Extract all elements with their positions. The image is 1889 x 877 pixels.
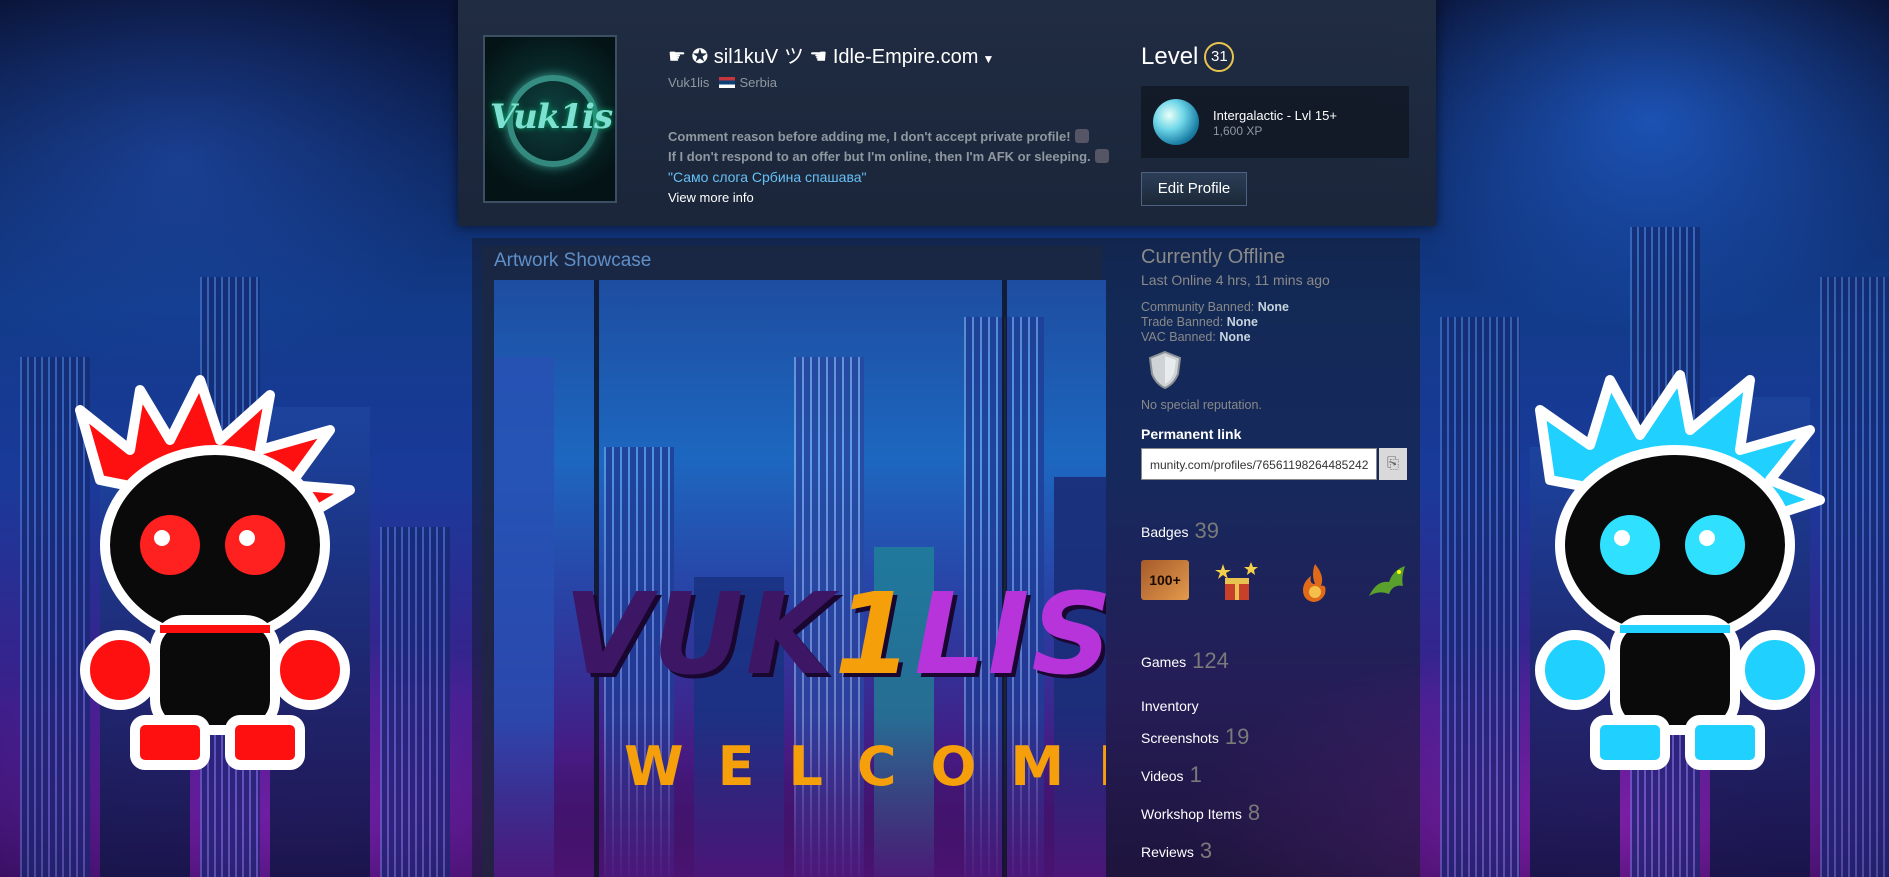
reviews-link[interactable]: Reviews 3 <box>1141 838 1212 864</box>
avatar-logo-text: Vuk1is <box>489 97 613 137</box>
inventory-link[interactable]: Inventory <box>1141 698 1199 714</box>
view-more-info-link[interactable]: View more info <box>668 190 754 205</box>
emoticon-icon <box>1074 129 1089 143</box>
stat-label: Videos <box>1141 768 1184 784</box>
summary-quote: "Само слога Србина спашава" <box>668 169 867 185</box>
edit-profile-button[interactable]: Edit Profile <box>1141 172 1247 206</box>
art-title-part: VUK <box>564 570 835 700</box>
artwork-welcome-text: WELCOME <box>624 735 1106 798</box>
stat-label: Screenshots <box>1141 730 1219 746</box>
online-status: Currently Offline <box>1141 246 1286 268</box>
ban-status-trade: Trade Banned: None <box>1141 315 1258 329</box>
games-link[interactable]: Games 124 <box>1141 648 1229 674</box>
stat-label: Badges <box>1141 524 1189 540</box>
showcase-title: Artwork Showcase <box>494 250 652 271</box>
serbia-flag-icon <box>719 77 736 88</box>
shield-icon <box>1148 350 1182 390</box>
stat-count: 39 <box>1194 518 1219 543</box>
ban-status-community: Community Banned: None <box>1141 300 1289 314</box>
favorite-badge-name: Intergalactic - Lvl 15+ <box>1213 108 1337 123</box>
summary-line: If I don't respond to an offer but I'm o… <box>668 149 1091 164</box>
reputation-text: No special reputation. <box>1141 398 1262 412</box>
profile-header: Vuk1is ☛ ✪ sil1kuV ツ ☚ Idle-Empire.com ▼ … <box>458 0 1436 226</box>
profile-content: Artwork Showcase VUK1LIS WELCOME Current… <box>472 238 1420 877</box>
planet-badge-icon <box>1153 99 1199 145</box>
summary-line: Comment reason before adding me, I don't… <box>668 129 1071 144</box>
last-online: Last Online 4 hrs, 11 mins ago <box>1141 272 1330 288</box>
profile-summary: Comment reason before adding me, I don't… <box>668 127 1109 187</box>
stat-count: 19 <box>1224 724 1250 749</box>
ban-label: Community Banned: <box>1141 300 1255 314</box>
persona-name-dropdown[interactable]: ☛ ✪ sil1kuV ツ ☚ Idle-Empire.com ▼ <box>668 40 994 69</box>
real-name-location: Vuk1lis Serbia <box>668 75 777 90</box>
ban-label: Trade Banned: <box>1141 315 1224 329</box>
chevron-down-icon: ▼ <box>982 52 995 66</box>
badges-link[interactable]: Badges 39 <box>1141 518 1219 544</box>
favorite-badge[interactable]: Intergalactic - Lvl 15+ 1,600 XP <box>1141 86 1409 158</box>
showcase-artwork[interactable]: VUK1LIS WELCOME <box>494 280 1106 877</box>
badge-icon-text: 100+ <box>1149 572 1181 588</box>
permanent-link-label: Permanent link <box>1141 426 1242 442</box>
level-badge[interactable]: 31 <box>1204 42 1235 72</box>
copy-link-button[interactable]: ⎘ <box>1379 448 1407 480</box>
stat-count: 8 <box>1247 800 1261 825</box>
flame-badge-icon[interactable] <box>1291 560 1339 602</box>
hundred-plus-badge-icon[interactable]: 100+ <box>1141 560 1189 600</box>
real-name: Vuk1lis <box>668 75 710 90</box>
dragon-badge-icon[interactable] <box>1363 560 1411 600</box>
stat-label: Workshop Items <box>1141 806 1242 822</box>
ban-label: VAC Banned: <box>1141 330 1216 344</box>
gift-stars-badge-icon[interactable] <box>1213 560 1261 600</box>
ban-value: None <box>1257 300 1289 314</box>
stat-count: 1 <box>1189 762 1202 787</box>
artwork-title: VUK1LIS <box>564 570 1106 700</box>
country: Serbia <box>739 75 778 90</box>
ban-status-vac: VAC Banned: None <box>1141 330 1251 344</box>
workshop-items-link[interactable]: Workshop Items 8 <box>1141 800 1260 826</box>
emoticon-icon <box>1094 149 1109 163</box>
ban-value: None <box>1219 330 1251 344</box>
level-display: Level 31 <box>1141 42 1235 72</box>
videos-link[interactable]: Videos 1 <box>1141 762 1202 788</box>
stat-label: Inventory <box>1141 698 1199 714</box>
level-label: Level <box>1141 43 1199 70</box>
persona-name: ☛ ✪ sil1kuV ツ ☚ Idle-Empire.com <box>668 46 979 68</box>
art-title-part: 1 <box>834 570 915 700</box>
ban-value: None <box>1226 315 1258 329</box>
avatar[interactable]: Vuk1is <box>483 35 617 203</box>
artwork-showcase: Artwork Showcase VUK1LIS WELCOME <box>482 246 1106 877</box>
stat-label: Reviews <box>1141 844 1194 860</box>
stat-count: 3 <box>1199 838 1213 863</box>
favorite-badge-xp: 1,600 XP <box>1213 124 1263 138</box>
screenshots-link[interactable]: Screenshots 19 <box>1141 724 1249 750</box>
stat-count: 124 <box>1192 648 1229 673</box>
stat-label: Games <box>1141 654 1187 670</box>
permanent-link-field[interactable]: munity.com/profiles/76561198264485242 <box>1141 448 1377 480</box>
clipboard-icon: ⎘ <box>1386 455 1399 472</box>
art-title-part: LIS <box>914 570 1106 700</box>
red-chibi-character <box>60 370 380 790</box>
blue-chibi-character <box>1510 360 1830 790</box>
